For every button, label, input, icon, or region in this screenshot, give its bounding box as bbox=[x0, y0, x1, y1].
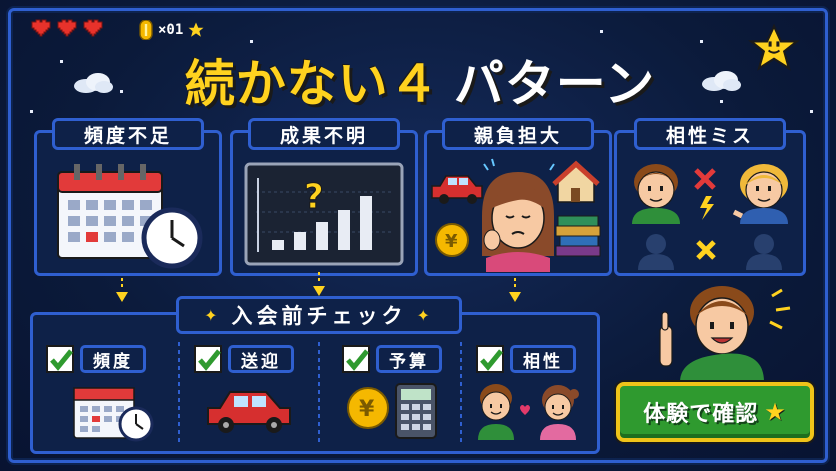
cloud-icon bbox=[702, 71, 741, 91]
check-item-frequency[interactable]: 頻度 bbox=[46, 344, 146, 374]
svg-text:?: ? bbox=[304, 177, 324, 217]
pattern-label-parent-burden: 親負担大 bbox=[442, 118, 594, 150]
question-chart-icon: ? bbox=[244, 162, 404, 266]
divider bbox=[460, 342, 462, 442]
calendar-clock-icon bbox=[57, 164, 203, 269]
check-icon bbox=[346, 349, 369, 371]
sparkle-icon: ✦ bbox=[204, 305, 222, 325]
coin-icon bbox=[139, 20, 153, 40]
star-icon: ★ bbox=[764, 398, 787, 426]
coin-count: ×01 bbox=[158, 22, 184, 38]
bg-star bbox=[60, 60, 63, 63]
coin-counter: ×01 bbox=[138, 20, 205, 40]
star-icon bbox=[188, 22, 204, 37]
arrow-down-icon bbox=[116, 278, 128, 302]
arrow-down-icon bbox=[313, 272, 325, 296]
check-label: 予算 bbox=[376, 345, 442, 373]
bg-star bbox=[700, 40, 703, 43]
checklist-title-text: 入会前チェック bbox=[231, 304, 407, 328]
heart-icon bbox=[31, 19, 51, 37]
heart-icon bbox=[83, 19, 103, 37]
checkbox[interactable] bbox=[46, 345, 74, 373]
svg-text:¥: ¥ bbox=[445, 231, 458, 252]
checkbox[interactable] bbox=[342, 345, 370, 373]
kids-heart-icon bbox=[478, 384, 579, 440]
mismatch-icon bbox=[632, 164, 788, 270]
bg-star bbox=[120, 90, 123, 93]
divider bbox=[178, 342, 180, 442]
check-label: 相性 bbox=[510, 345, 576, 373]
checkbox[interactable] bbox=[194, 345, 222, 373]
bg-star bbox=[720, 100, 723, 103]
yen-calculator-icon: ¥ bbox=[347, 383, 437, 439]
check-icon bbox=[50, 349, 73, 371]
pattern-label-frequency: 頻度不足 bbox=[52, 118, 204, 150]
check-icon bbox=[480, 349, 503, 371]
pattern-label-mismatch: 相性ミス bbox=[634, 118, 786, 150]
car-icon bbox=[207, 391, 291, 433]
bg-star bbox=[600, 30, 603, 33]
check-item-budget[interactable]: 予算 bbox=[342, 344, 442, 374]
bg-star bbox=[250, 40, 253, 43]
divider bbox=[318, 342, 320, 442]
check-icon bbox=[198, 349, 221, 371]
smiling-star-icon bbox=[748, 24, 800, 71]
calendar-clock-icon bbox=[73, 387, 154, 442]
cloud-icon bbox=[74, 73, 113, 93]
infographic-canvas: ×01 続かない４ パターン 頻度不足 成果不明 ? 親負担大 ¥ 相性ミス ✦… bbox=[0, 0, 836, 471]
check-label: 頻度 bbox=[80, 345, 146, 373]
sparkle-icon: ✦ bbox=[416, 305, 434, 325]
pointing-boy-icon bbox=[659, 286, 791, 382]
check-label: 送迎 bbox=[228, 345, 294, 373]
title-main: 続かない４ bbox=[184, 55, 440, 113]
pattern-label-results: 成果不明 bbox=[248, 118, 400, 150]
trial-cta-button[interactable]: 体験で確認 ★ bbox=[616, 382, 814, 442]
checkbox[interactable] bbox=[476, 345, 504, 373]
heart-icon bbox=[57, 19, 77, 37]
title-suffix: パターン bbox=[453, 55, 656, 113]
svg-text:¥: ¥ bbox=[359, 397, 375, 422]
check-item-compatibility[interactable]: 相性 bbox=[476, 344, 576, 374]
check-item-pickup[interactable]: 送迎 bbox=[194, 344, 294, 374]
checklist-title: ✦ 入会前チェック ✦ bbox=[176, 296, 462, 334]
lives-indicator bbox=[30, 18, 104, 38]
bg-star bbox=[810, 110, 813, 113]
tired-parent-icon: ¥ bbox=[431, 158, 601, 272]
cta-label: 体験で確認 bbox=[643, 402, 759, 427]
page-title: 続かない４ パターン bbox=[160, 50, 680, 113]
arrow-down-icon bbox=[509, 278, 521, 302]
bg-star bbox=[30, 110, 33, 113]
